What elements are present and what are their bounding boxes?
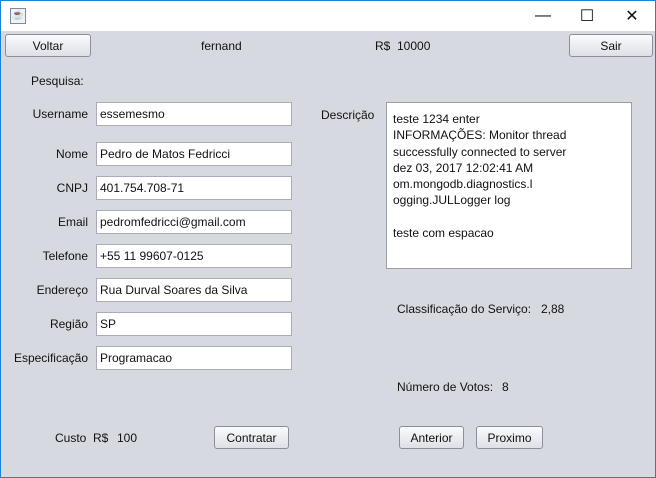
username-field[interactable]: essemesmo	[96, 102, 292, 126]
balance-display: R$ 10000	[375, 39, 431, 53]
next-button[interactable]: Proximo	[476, 426, 543, 449]
specification-field[interactable]: Programacao	[96, 346, 292, 370]
close-button[interactable]: ✕	[609, 1, 655, 31]
description-label: Descrição	[321, 108, 375, 122]
java-app-icon: ☕	[10, 8, 26, 24]
description-textarea[interactable]: teste 1234 enter INFORMAÇÕES: Monitor th…	[386, 102, 632, 269]
app-window: ☕ — ☐ ✕ Voltar fernand R$ 10000 Sair Pes…	[0, 0, 656, 478]
cnpj-label: CNPJ	[56, 181, 88, 195]
rating-label: Classificação do Serviço:	[397, 302, 532, 316]
cnpj-field[interactable]: 401.754.708-71	[96, 176, 292, 200]
cost-label: Custo R$	[55, 431, 109, 445]
previous-button[interactable]: Anterior	[399, 426, 464, 449]
maximize-button[interactable]: ☐	[564, 1, 610, 31]
cost-value: 100	[117, 431, 138, 445]
back-button[interactable]: Voltar	[5, 34, 91, 57]
hire-button[interactable]: Contratar	[214, 426, 289, 449]
email-field[interactable]: pedromfedricci@gmail.com	[96, 210, 292, 234]
address-field[interactable]: Rua Durval Soares da Silva	[96, 278, 292, 302]
phone-label: Telefone	[42, 249, 88, 263]
votes-label: Número de Votos:	[397, 380, 494, 394]
votes-value: 8	[502, 380, 509, 394]
region-field[interactable]: SP	[96, 312, 292, 336]
region-label: Região	[49, 317, 88, 331]
name-field[interactable]: Pedro de Matos Fedricci	[96, 142, 292, 166]
exit-button[interactable]: Sair	[569, 34, 653, 57]
phone-field[interactable]: +55 11 99607-0125	[96, 244, 292, 268]
email-label: Email	[57, 215, 88, 229]
name-label: Nome	[55, 147, 88, 161]
minimize-button[interactable]: —	[520, 1, 566, 31]
search-label: Pesquisa:	[31, 74, 84, 88]
rating-value: 2,88	[541, 302, 565, 316]
username-label: Username	[32, 107, 88, 121]
address-label: Endereço	[36, 283, 88, 297]
specification-label: Especificação	[13, 351, 88, 365]
username-display: fernand	[201, 39, 242, 53]
title-bar: ☕ — ☐ ✕	[1, 1, 655, 31]
